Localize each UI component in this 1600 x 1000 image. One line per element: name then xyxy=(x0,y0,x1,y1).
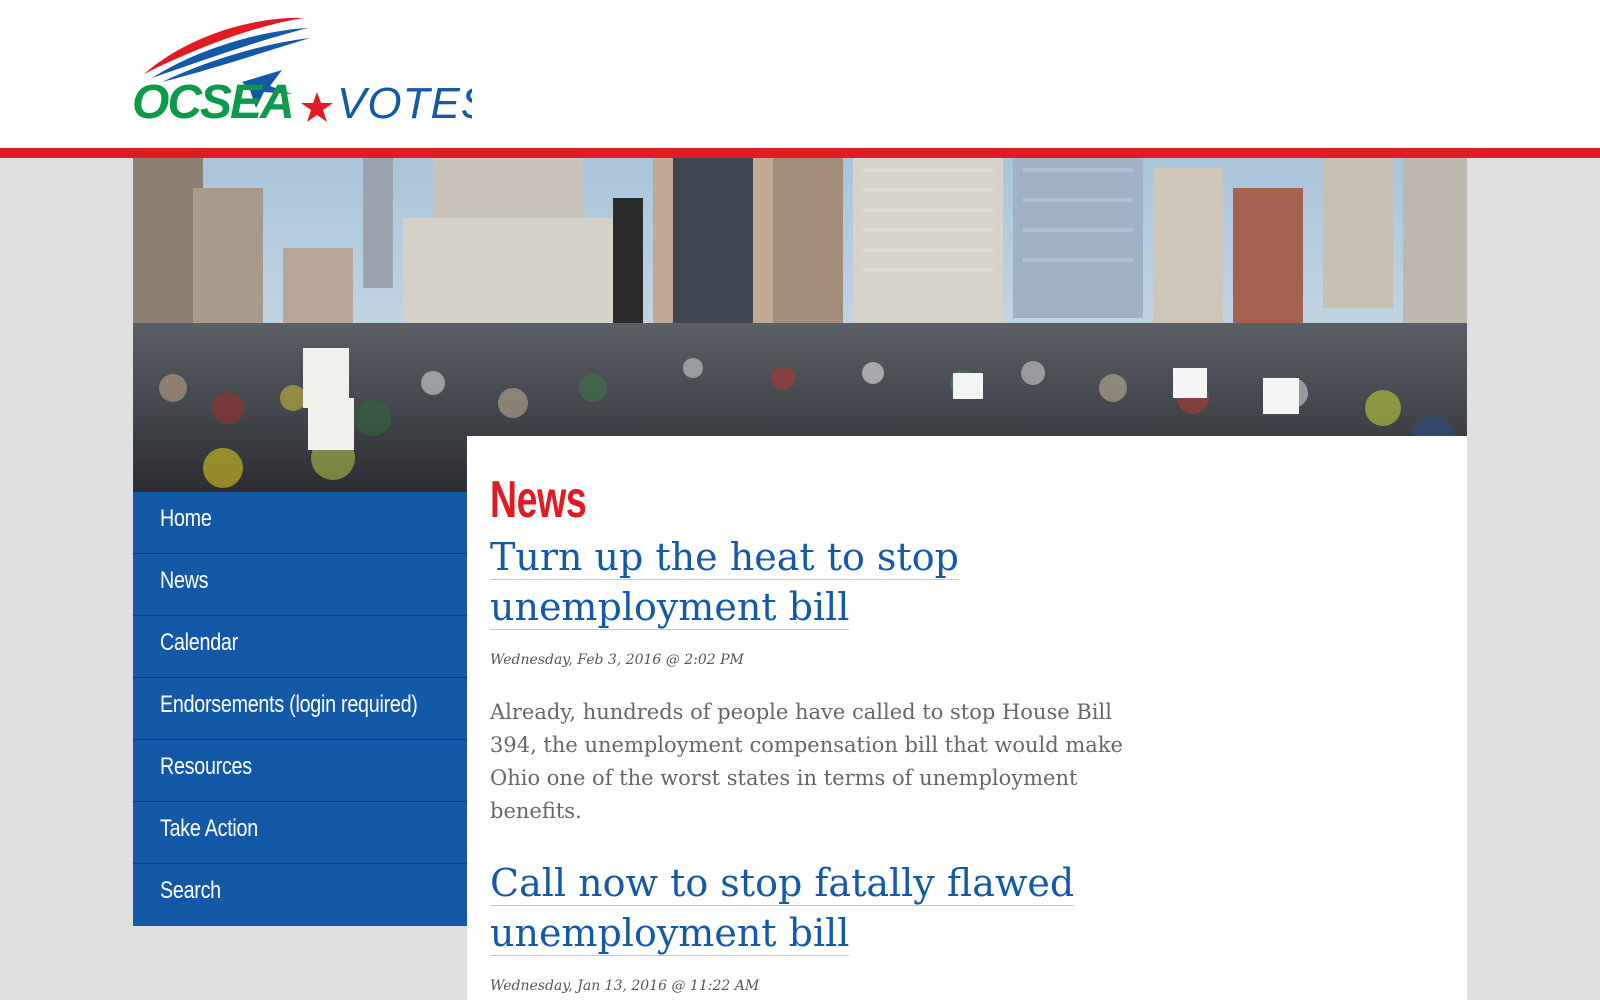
nav-item-label: Take Action xyxy=(160,815,258,842)
article-title-link[interactable]: Turn up the heat to stop unemployment bi… xyxy=(490,535,959,630)
article-summary: Already, hundreds of people have called … xyxy=(490,700,1123,823)
main-content: News Turn up the heat to stop unemployme… xyxy=(467,436,1467,1000)
page-title: News xyxy=(490,471,587,529)
nav-item-search[interactable]: Search xyxy=(133,864,467,926)
article-date: Wednesday, Jan 13, 2016 @ 11:22 AM xyxy=(490,978,760,994)
nav-item-label: Endorsements (login required) xyxy=(160,691,418,718)
nav-item-label: Calendar xyxy=(160,629,238,656)
ocsea-votes-logo[interactable]: OCSEA VOTES xyxy=(132,12,472,132)
nav-item-label: Home xyxy=(160,505,212,532)
nav-item-news[interactable]: News xyxy=(133,554,467,616)
logo-graphic: OCSEA VOTES xyxy=(132,17,472,129)
nav-item-calendar[interactable]: Calendar xyxy=(133,616,467,678)
nav-item-take-action[interactable]: Take Action xyxy=(133,802,467,864)
logo-tagline-text: VOTES xyxy=(337,79,472,128)
article-date: Wednesday, Feb 3, 2016 @ 2:02 PM xyxy=(490,652,744,668)
nav-item-label: Resources xyxy=(160,753,252,780)
article-title-link[interactable]: Call now to stop fatally flawed unemploy… xyxy=(490,861,1075,956)
news-article: Call now to stop fatally flawed unemploy… xyxy=(490,858,1130,994)
nav-item-label: News xyxy=(160,567,209,594)
site-header: OCSEA VOTES xyxy=(0,0,1600,148)
header-accent-bar xyxy=(0,148,1600,158)
logo-brand-text: OCSEA xyxy=(132,76,293,129)
nav-item-resources[interactable]: Resources xyxy=(133,740,467,802)
nav-item-home[interactable]: Home xyxy=(133,492,467,554)
news-article: Turn up the heat to stop unemployment bi… xyxy=(490,532,1130,828)
nav-item-endorsements[interactable]: Endorsements (login required) xyxy=(133,678,467,740)
nav-item-label: Search xyxy=(160,877,221,904)
sidebar-nav: Home News Calendar Endorsements (login r… xyxy=(133,492,467,926)
